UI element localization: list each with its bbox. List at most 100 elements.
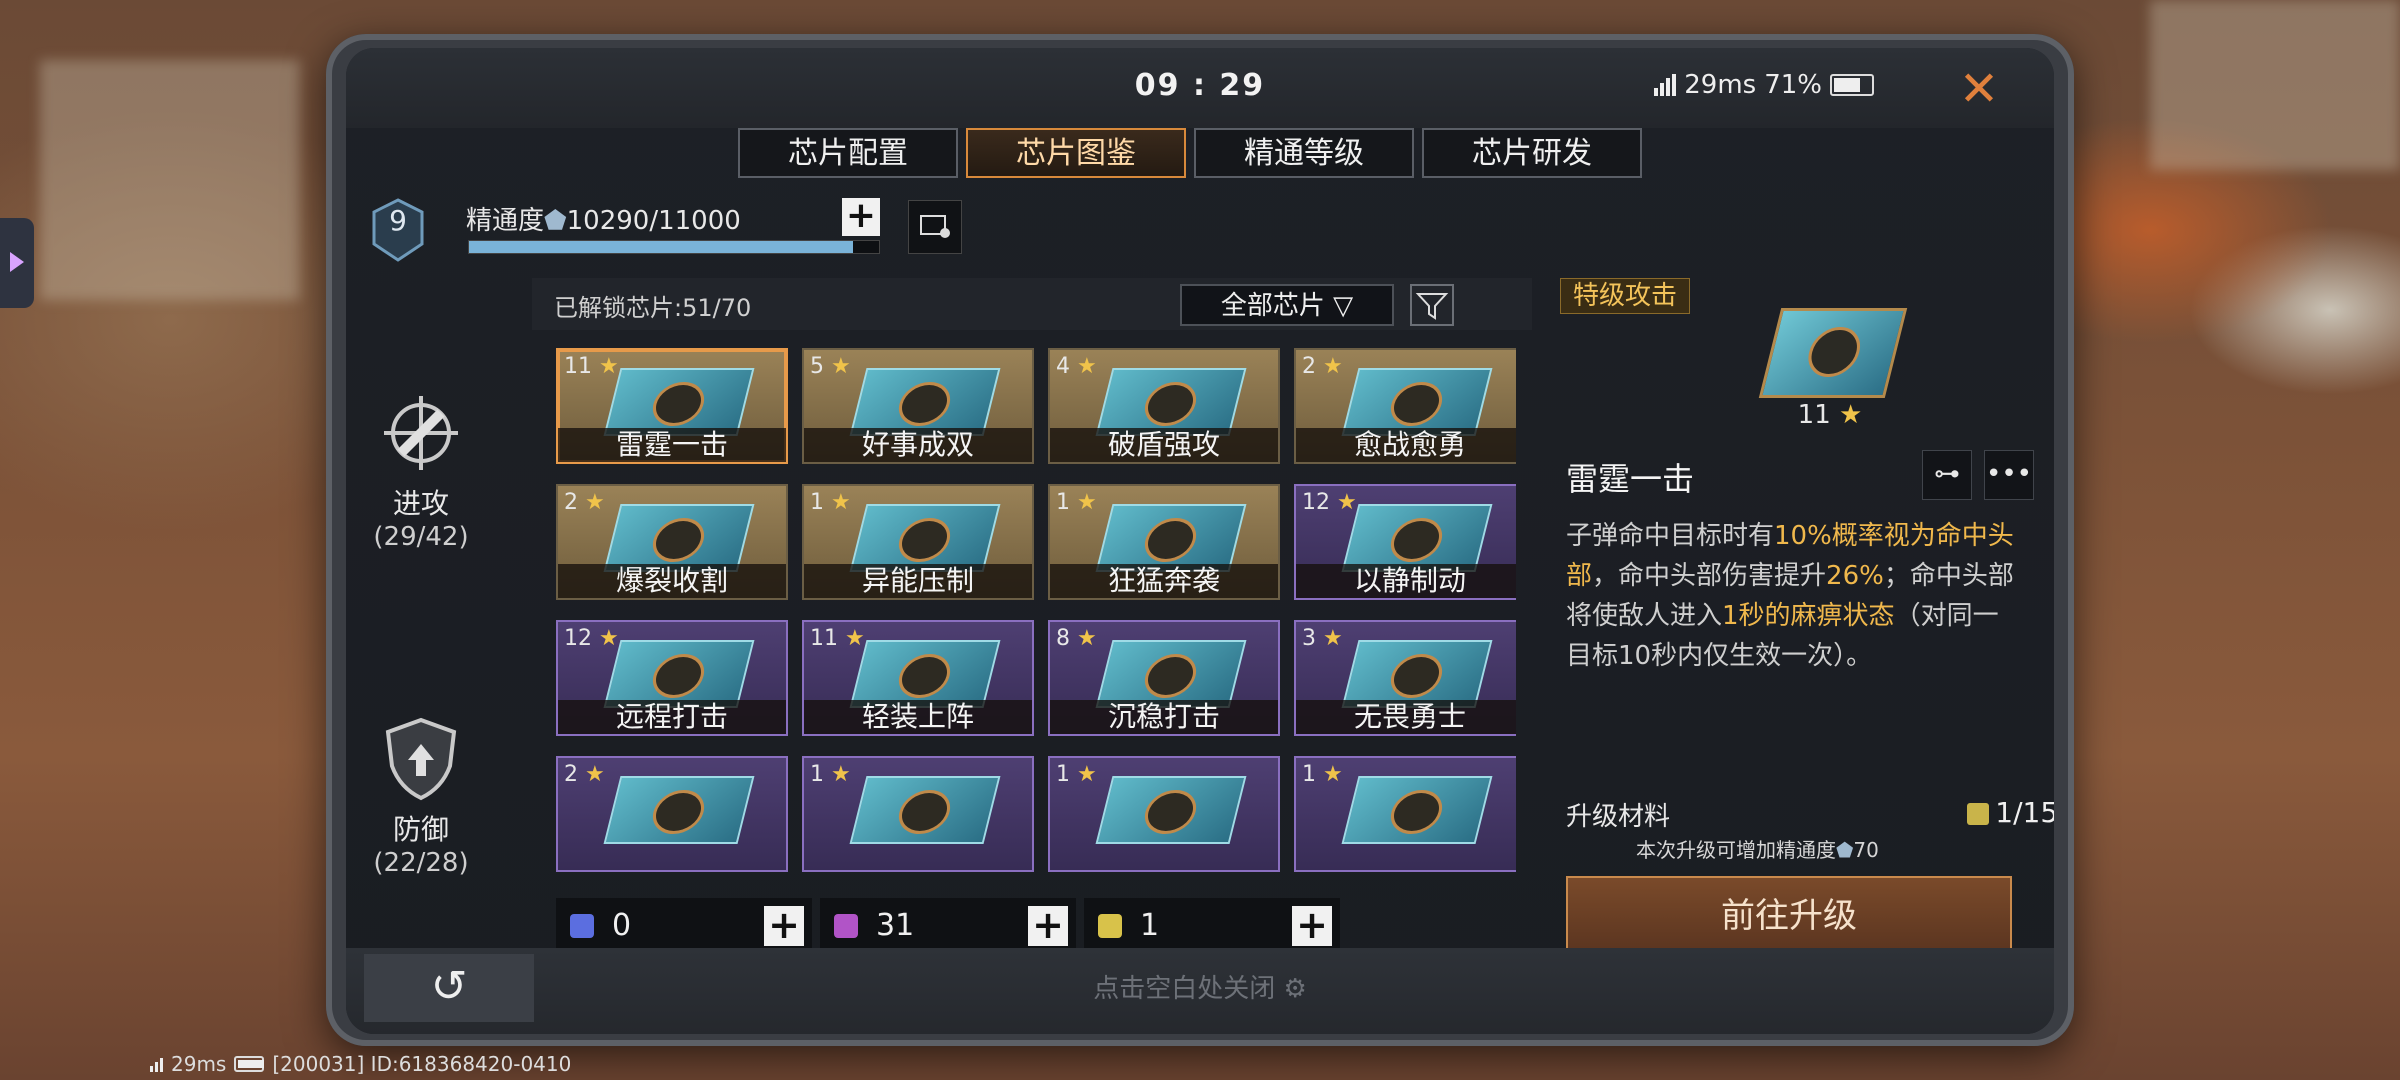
chip-card[interactable]: 12 ★ 远程打击 (556, 620, 788, 736)
mastery-level: 9 (389, 204, 407, 237)
chip-card[interactable]: 1 ★ 异能压制 (802, 484, 1034, 600)
nav-defense-label: 防御 (392, 813, 449, 846)
chip-stars: 5 ★ (810, 354, 851, 379)
mastery-label-text: 精通度 (466, 206, 545, 236)
star-icon: ★ (845, 626, 865, 651)
chip-star-count: 8 (1056, 626, 1070, 651)
selected-chip-icon (1758, 308, 1908, 398)
mastery-value: 10290/11000 (566, 206, 741, 236)
chip-stars: 1 ★ (1302, 762, 1343, 787)
chip-name: 沉稳打击 (1050, 700, 1278, 734)
footer-status: 29ms [200031] ID:618368420-0410 (150, 1052, 571, 1076)
chip-card[interactable]: 1 ★ (1294, 756, 1516, 872)
status-indicators: 29ms 71% (1654, 70, 1874, 100)
chip-art-icon (1095, 504, 1247, 572)
add-blue-button[interactable]: + (764, 906, 804, 946)
mastery-gain-text: 本次升级可增加精通度 (1636, 838, 1836, 862)
chip-art-icon (1341, 776, 1493, 844)
chip-card[interactable]: 1 ★ (1048, 756, 1280, 872)
chip-art-icon (1341, 368, 1493, 436)
nav-attack[interactable]: 进攻 (29/42) (346, 388, 496, 552)
material-value: 1/150 (1967, 796, 2054, 829)
star-icon: ★ (831, 762, 851, 787)
chip-star-count: 3 (1302, 626, 1316, 651)
chip-filter-dropdown[interactable]: 全部芯片 ▽ (1180, 284, 1394, 326)
tab-chip-codex[interactable]: 芯片图鉴 (966, 128, 1186, 178)
mastery-info-icon[interactable] (908, 200, 962, 254)
chip-filter-value: 全部芯片 (1220, 291, 1325, 321)
chip-name: 爆裂收割 (558, 564, 786, 598)
chip-category-tag: 特级攻击 (1560, 278, 1691, 314)
star-icon: ★ (585, 762, 605, 787)
star-icon: ★ (831, 354, 851, 379)
chip-name: 异能压制 (804, 564, 1032, 598)
chip-star-count: 5 (810, 354, 824, 379)
chip-star-count: 1 (810, 490, 824, 515)
close-icon[interactable]: ✕ (1954, 64, 2004, 114)
chip-stars: 1 ★ (810, 490, 851, 515)
battery-icon (234, 1056, 265, 1072)
chip-name: 狂猛奔袭 (1050, 564, 1278, 598)
chip-art-icon (849, 504, 1001, 572)
unlocked-count: 已解锁芯片:51/70 (554, 294, 752, 322)
star-icon: ★ (1323, 762, 1343, 787)
star-icon: ★ (599, 354, 619, 379)
chip-card[interactable]: 2 ★ 爆裂收割 (556, 484, 788, 600)
currency-purple-value: 31 (876, 908, 915, 943)
tab-mastery-level[interactable]: 精通等级 (1194, 128, 1414, 178)
add-purple-button[interactable]: + (1028, 906, 1068, 946)
tab-chip-config[interactable]: 芯片配置 (738, 128, 958, 178)
chip-card[interactable]: 2 ★ 愈战愈勇 (1294, 348, 1516, 464)
chip-card[interactable]: 11 ★ 雷霆一击 (556, 348, 788, 464)
chip-card[interactable]: 12 ★ 以静制动 (1294, 484, 1516, 600)
chip-stars: 11 ★ (810, 626, 865, 651)
mastery-gain-value: 70 (1853, 838, 1879, 862)
add-mastery-button[interactable]: + (842, 198, 880, 236)
chip-card[interactable]: 2 ★ (556, 756, 788, 872)
star-icon: ★ (599, 626, 619, 651)
tab-chip-research[interactable]: 芯片研发 (1422, 128, 1642, 178)
star-icon: ★ (1839, 400, 1863, 430)
side-expand-tab[interactable] (0, 218, 34, 308)
chip-card[interactable]: 4 ★ 破盾强攻 (1048, 348, 1280, 464)
chip-art-icon (1341, 504, 1493, 572)
nav-attack-count: (29/42) (373, 522, 469, 552)
mastery-gem-icon: ⬟ (544, 206, 567, 236)
star-icon: ★ (1077, 490, 1097, 515)
tree-icon[interactable]: ⊶ (1922, 450, 1972, 500)
chip-name: 无畏勇士 (1296, 700, 1516, 734)
chip-card[interactable]: 5 ★ 好事成双 (802, 348, 1034, 464)
chip-name: 远程打击 (558, 700, 786, 734)
star-icon: ★ (1077, 762, 1097, 787)
chip-card[interactable]: 1 ★ (802, 756, 1034, 872)
chip-star-count: 1 (810, 762, 824, 787)
upgrade-button[interactable]: 前往升级 (1566, 876, 2012, 954)
ping-text: 29ms (1684, 70, 1757, 100)
chip-card[interactable]: 8 ★ 沉稳打击 (1048, 620, 1280, 736)
material-label: 升级材料 (1566, 802, 1671, 832)
currency-blue-value: 0 (612, 908, 632, 943)
close-hint[interactable]: 点击空白处关闭 ⚙ (346, 968, 2054, 1005)
nav-defense[interactable]: 防御 (22/28) (346, 714, 496, 878)
filter-funnel-icon[interactable] (1410, 284, 1454, 326)
desc-highlight-2: 26% (1826, 561, 1884, 591)
chip-art-icon (603, 776, 755, 844)
chip-star-count: 2 (1302, 354, 1316, 379)
star-icon: ★ (1323, 354, 1343, 379)
chip-grid: 11 ★ 雷霆一击 5 ★ 好事成双 4 ★ 破盾强攻 2 ★ 愈战愈勇 2 ★ 爆裂收割 1 ★ 异… (556, 348, 1516, 878)
battery-icon (1830, 74, 1874, 96)
chip-card[interactable]: 11 ★ 轻装上阵 (802, 620, 1034, 736)
add-gold-button[interactable]: + (1292, 906, 1332, 946)
chip-star-count: 11 (810, 626, 838, 651)
star-icon: ★ (1337, 490, 1357, 515)
material-value-text: 1/150 (1995, 796, 2054, 829)
chip-art-icon (603, 640, 755, 708)
currency-blue: 0 + (556, 898, 812, 954)
chip-stars: 11 ★ (564, 354, 619, 379)
currency-purple: 31 + (820, 898, 1076, 954)
more-icon[interactable]: ••• (1984, 450, 2034, 500)
chip-card[interactable]: 3 ★ 无畏勇士 (1294, 620, 1516, 736)
chip-name: 雷霆一击 (558, 428, 786, 462)
chip-card[interactable]: 1 ★ 狂猛奔袭 (1048, 484, 1280, 600)
chip-stars: 12 ★ (1302, 490, 1357, 515)
